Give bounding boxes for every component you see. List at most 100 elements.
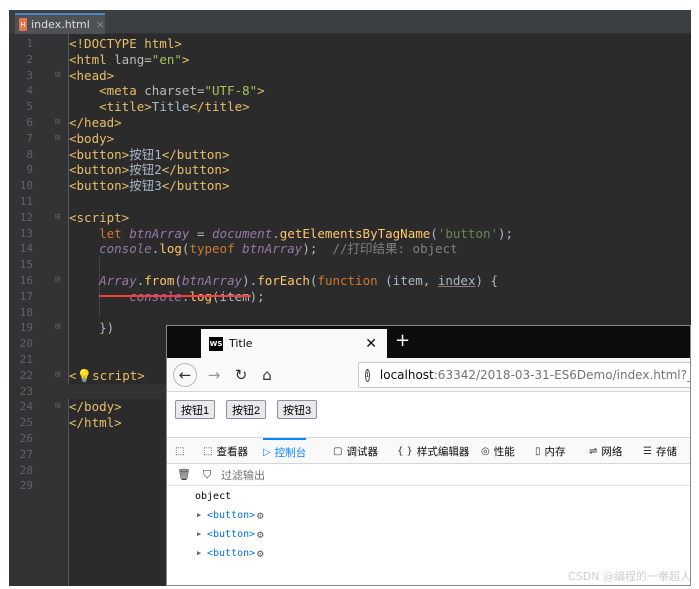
code-line[interactable]: 16 ⊟ Array.from(btnArray).forEach(functio… <box>9 273 691 289</box>
tab-label: 性能 <box>493 445 515 458</box>
tab-debugger[interactable]: ▢ 调试器 <box>333 438 378 464</box>
code-token: </title> <box>189 99 250 115</box>
console-element-row[interactable]: ▶ <button> ⚙ <box>167 525 690 543</box>
expand-triangle-icon[interactable]: ▶ <box>197 530 201 538</box>
code-token: </button> <box>161 178 230 194</box>
red-underline-annotation <box>99 295 251 297</box>
code-line[interactable]: 14 console.log(typeof btnArray); //打印结果:… <box>9 241 691 257</box>
expand-triangle-icon[interactable]: ▶ <box>197 511 201 519</box>
info-icon[interactable]: i <box>365 368 370 382</box>
tab-style-editor[interactable]: { } 样式编辑器 <box>397 438 469 464</box>
code-line[interactable]: 18 <box>9 305 691 321</box>
storage-icon: ☰ <box>643 445 652 457</box>
trash-icon[interactable]: 🗑 <box>177 468 191 481</box>
code-text: <head> <box>69 68 114 84</box>
console-element[interactable]: <button> <box>207 529 255 540</box>
back-arrow-icon[interactable]: ← <box>173 363 197 387</box>
code-line[interactable]: 4 <meta charset="UTF-8"> <box>9 83 691 99</box>
code-line[interactable]: 12 ⊟ <script> <box>9 210 691 226</box>
code-line[interactable]: 13 let btnArray = document.getElementsBy… <box>9 226 691 242</box>
code-line[interactable]: 1 <!DOCTYPE html> <box>9 36 691 52</box>
gear-icon[interactable]: ⚙ <box>257 509 264 522</box>
filter-output-input[interactable]: 过滤输出 <box>221 467 265 483</box>
console-element[interactable]: <button> <box>207 548 255 559</box>
code-token: <button> <box>69 162 130 178</box>
code-line[interactable]: 15 <box>9 257 691 273</box>
home-icon[interactable]: ⌂ <box>255 363 279 387</box>
code-line[interactable]: 10 <button>按钮3</button> <box>9 178 691 194</box>
console-element[interactable]: <button> <box>207 510 255 521</box>
fold-icon[interactable]: ⊟ <box>55 131 60 147</box>
code-token: (item, <box>385 273 438 288</box>
code-token: Array <box>99 273 137 288</box>
code-token: Title <box>151 99 190 115</box>
code-line[interactable]: 9 <button>按钮2</button> <box>9 162 691 178</box>
code-token: 按钮2 <box>129 162 162 178</box>
fold-icon[interactable]: ⊟ <box>55 210 60 226</box>
code-line[interactable]: 6 ⊟ </head> <box>9 115 691 131</box>
fold-icon[interactable]: ⊟ <box>55 115 60 131</box>
reload-icon[interactable]: ↻ <box>229 363 253 387</box>
style-editor-icon: { } <box>397 445 413 457</box>
line-number: 3 <box>26 68 33 82</box>
browser-window: WS Title ✕ + ← → ↻ ⌂ i localhost:63342/2… <box>166 325 691 586</box>
code-token: 按钮1 <box>129 146 162 162</box>
code-token: </html> <box>69 415 122 431</box>
page-button-3[interactable]: 按钮3 <box>277 400 318 419</box>
fold-icon[interactable]: ⊟ <box>55 320 60 336</box>
browser-tab[interactable]: WS Title ✕ <box>201 329 387 358</box>
fold-icon[interactable]: ⊟ <box>55 399 60 415</box>
url-bar[interactable]: i localhost:63342/2018-03-31-ES6Demo/ind… <box>358 362 691 388</box>
code-token: <!DOCTYPE html> <box>69 36 182 51</box>
network-icon: ⇌ <box>589 445 598 457</box>
code-line[interactable]: 5 <title>Title</title> <box>9 99 691 115</box>
memory-icon: ▯ <box>535 445 541 457</box>
code-token: <html <box>69 51 115 67</box>
code-text: Array.from(btnArray).forEach(function (i… <box>69 273 498 289</box>
line-number: 12 <box>19 210 33 224</box>
code-token: 'button' <box>437 225 499 241</box>
tab-console[interactable]: ▷ 控制台 <box>263 438 307 464</box>
tab-label: 控制台 <box>274 446 307 459</box>
fold-icon[interactable]: ⊟ <box>55 68 60 84</box>
fold-icon[interactable]: ⊟ <box>55 368 60 384</box>
page-button-1[interactable]: 按钮1 <box>175 400 216 419</box>
code-line[interactable]: 11 <box>9 194 691 210</box>
gear-icon[interactable]: ⚙ <box>257 547 264 560</box>
code-text: }) <box>69 320 114 336</box>
code-token: <title> <box>99 99 152 115</box>
close-icon[interactable]: ✕ <box>365 336 377 352</box>
tab-storage[interactable]: ☰ 存储 <box>643 438 677 464</box>
new-tab-icon[interactable]: + <box>395 330 410 351</box>
page-button-2[interactable]: 按钮2 <box>226 400 267 419</box>
code-token: ( <box>430 225 438 241</box>
filter-icon: ⛉ <box>203 467 212 481</box>
forward-arrow-icon[interactable]: → <box>202 363 226 387</box>
element-picker-icon[interactable]: ⬚ <box>175 438 188 464</box>
editor-tab-index-html[interactable]: H index.html × <box>15 13 105 34</box>
gear-icon[interactable]: ⚙ <box>257 528 264 541</box>
html-file-icon: H <box>19 18 28 31</box>
code-line[interactable]: 2 <html lang="en"> <box>9 52 691 68</box>
code-token: let <box>99 225 130 241</box>
console-element-row[interactable]: ▶ <button> ⚙ <box>167 506 690 524</box>
tab-inspector[interactable]: ⬚ 查看器 <box>203 438 248 464</box>
code-token: <body> <box>69 130 115 146</box>
tab-memory[interactable]: ▯ 内存 <box>535 438 566 464</box>
code-token: </head> <box>69 115 122 130</box>
expand-triangle-icon[interactable]: ▶ <box>197 549 201 557</box>
tab-network[interactable]: ⇌ 网络 <box>589 438 622 464</box>
code-line[interactable]: 7 ⊟ <body> <box>9 131 691 147</box>
code-token: forEach <box>257 273 310 288</box>
line-number: 28 <box>19 463 33 477</box>
url-path: :63342/2018-03-31-ES6Demo/index.html?_ij… <box>433 368 691 382</box>
fold-icon[interactable]: ⊟ <box>55 273 60 289</box>
console-element-row[interactable]: ▶ <button> ⚙ <box>167 544 690 562</box>
editor-tab-label: index.html <box>31 18 90 31</box>
code-line[interactable]: 3 ⊟ <head> <box>9 68 691 84</box>
code-line[interactable]: 8 <button>按钮1</button> <box>9 147 691 163</box>
tab-performance[interactable]: ◎ 性能 <box>481 438 515 464</box>
close-icon[interactable]: × <box>96 18 105 31</box>
line-number: 27 <box>19 447 33 461</box>
